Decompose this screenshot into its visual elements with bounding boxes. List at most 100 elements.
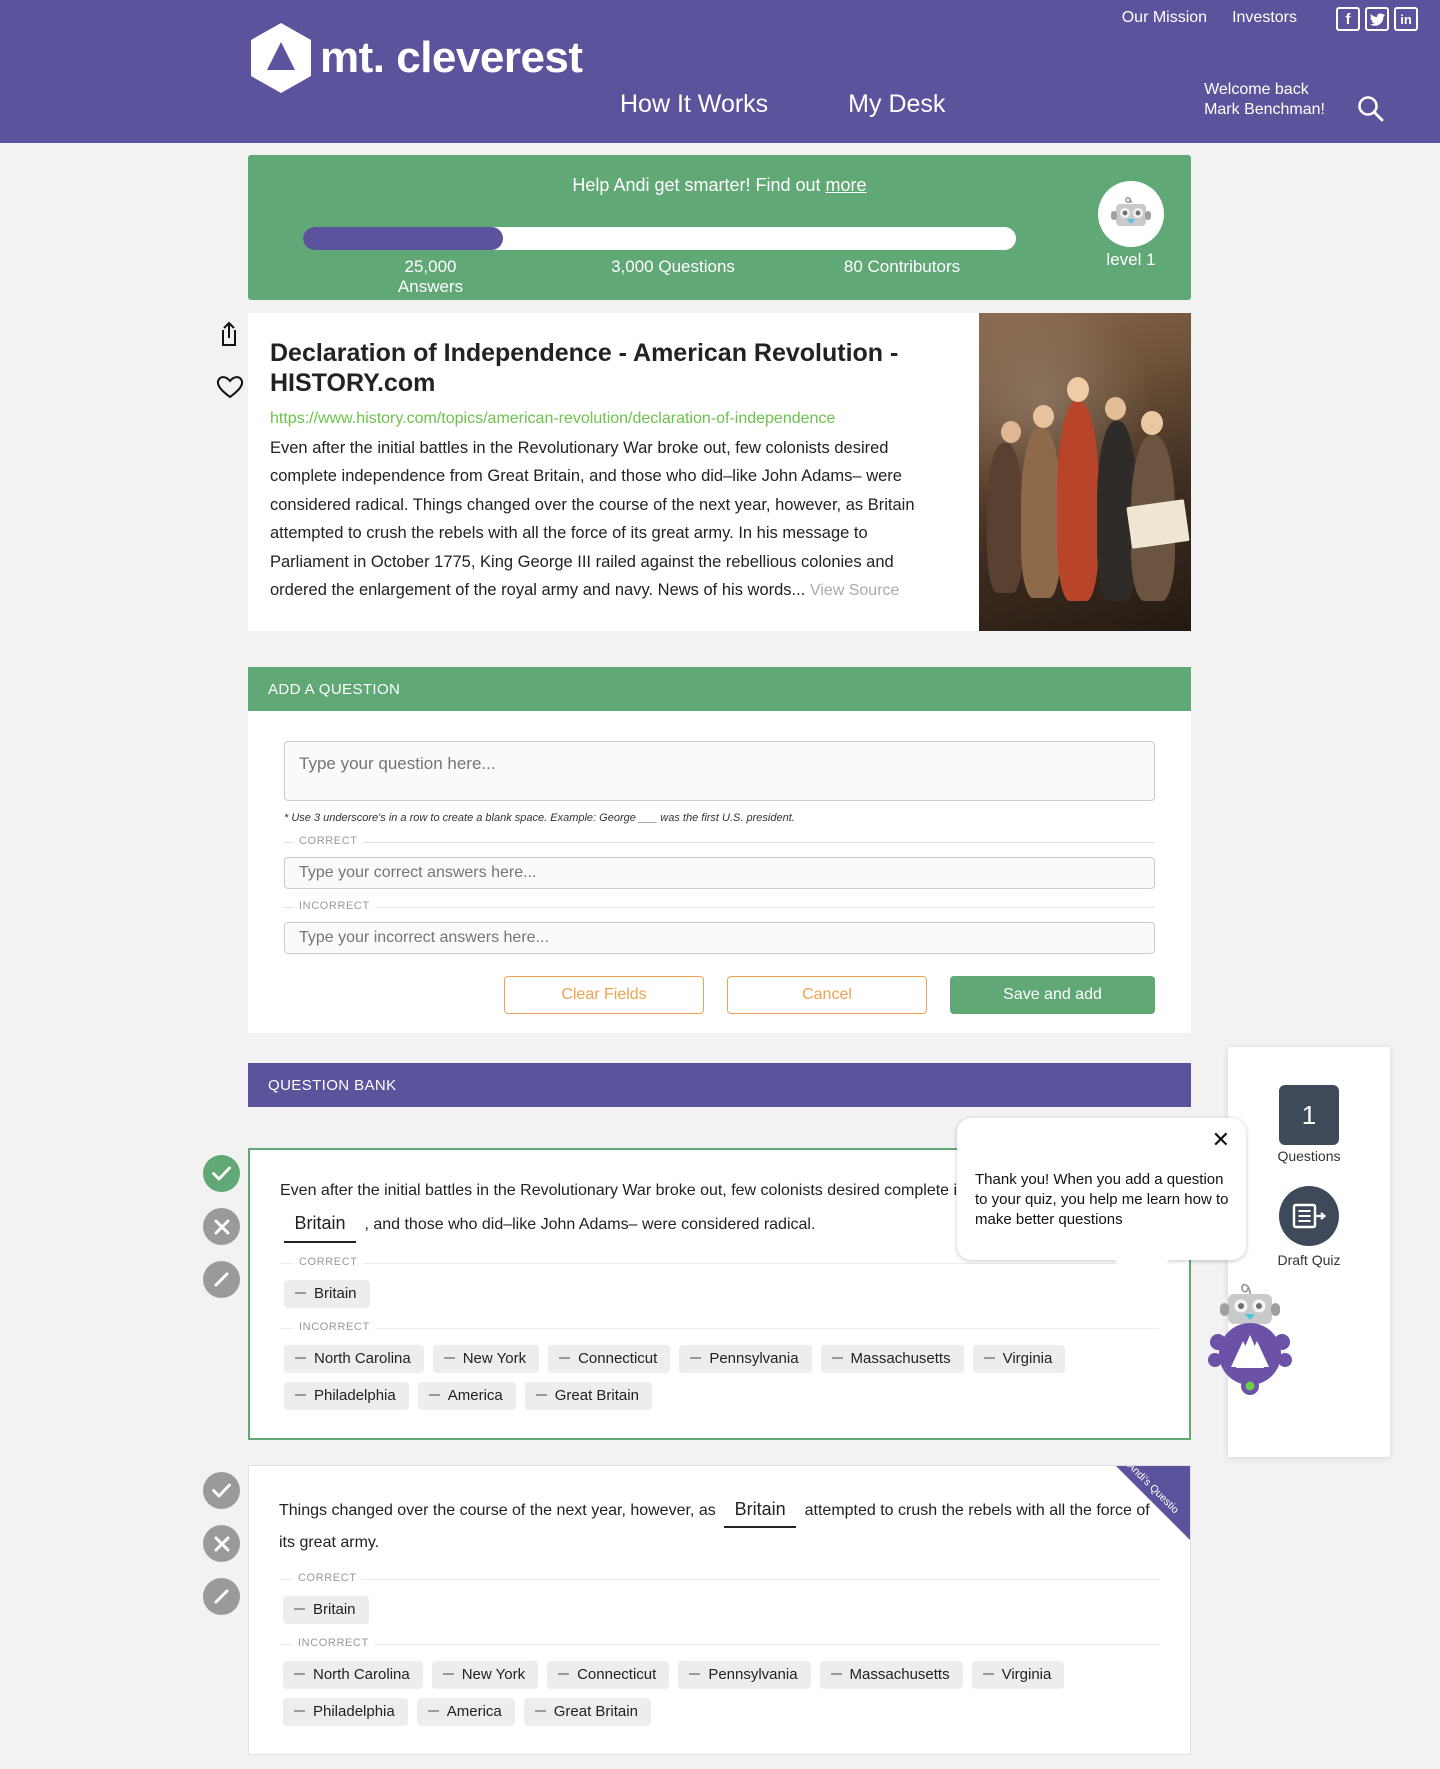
correct-legend: CORRECT — [293, 1571, 362, 1584]
question-text-before: Things changed over the course of the ne… — [279, 1502, 716, 1519]
remove-icon[interactable] — [295, 1394, 306, 1397]
remove-icon[interactable] — [442, 1673, 454, 1676]
andi-robot-mascot-icon[interactable] — [1198, 1268, 1303, 1398]
approve-icon[interactable] — [203, 1155, 240, 1192]
robot-avatar-icon — [1098, 181, 1164, 247]
edit-icon[interactable] — [203, 1261, 240, 1298]
correct-chip-list: Britain — [279, 1595, 1160, 1624]
answer-chip[interactable]: Pennsylvania — [678, 1660, 811, 1689]
progress-bar-track — [303, 227, 1016, 250]
primary-nav: How It Works My Desk — [620, 90, 945, 119]
remove-icon[interactable] — [294, 1710, 305, 1713]
article-url[interactable]: https://www.history.com/topics/american-… — [270, 410, 949, 428]
remove-icon[interactable] — [295, 1357, 306, 1360]
remove-icon[interactable] — [558, 1673, 570, 1676]
reject-icon[interactable] — [203, 1525, 240, 1562]
answer-chip[interactable]: Massachusetts — [819, 1660, 963, 1689]
twitter-icon[interactable] — [1365, 7, 1389, 31]
answer-chip-label: America — [446, 1702, 502, 1720]
remove-icon[interactable] — [830, 1673, 842, 1676]
stat-answers-value: 25,000 — [404, 257, 457, 276]
answer-chip-label: New York — [462, 1349, 527, 1367]
answer-chip[interactable]: Pennsylvania — [679, 1344, 812, 1373]
level-badge[interactable]: level 1 — [1098, 181, 1164, 270]
question-card[interactable]: Andi's Questio Things changed over the c… — [248, 1465, 1191, 1755]
remove-icon[interactable] — [983, 1357, 995, 1360]
nav-how-it-works[interactable]: How It Works — [620, 90, 768, 119]
remove-icon[interactable] — [534, 1710, 546, 1713]
view-source-link[interactable]: View Source — [810, 582, 900, 599]
answer-chip[interactable]: Massachusetts — [820, 1344, 964, 1373]
remove-icon[interactable] — [690, 1357, 702, 1360]
question-text-after: , and those who did–like John Adams– wer… — [364, 1216, 816, 1234]
answer-chip-label: Pennsylvania — [709, 1349, 799, 1367]
level-label: level 1 — [1106, 250, 1156, 269]
answer-chip[interactable]: North Carolina — [284, 1344, 424, 1373]
remove-icon[interactable] — [559, 1357, 571, 1360]
remove-icon[interactable] — [443, 1357, 455, 1360]
remove-icon[interactable] — [428, 1394, 440, 1397]
cancel-button[interactable]: Cancel — [727, 976, 927, 1014]
remove-icon[interactable] — [427, 1710, 439, 1713]
nav-my-desk[interactable]: My Desk — [848, 90, 945, 119]
answer-chip-label: North Carolina — [314, 1349, 411, 1367]
answer-chip[interactable]: America — [416, 1697, 515, 1726]
answer-chip[interactable]: Great Britain — [523, 1697, 651, 1726]
incorrect-answers-input[interactable] — [284, 922, 1155, 954]
stat-questions-value: 3,000 Questions — [611, 257, 735, 276]
brand-logo[interactable]: mt. cleverest — [248, 22, 583, 94]
answer-chip[interactable]: Philadelphia — [283, 1697, 408, 1726]
remove-icon[interactable] — [294, 1673, 305, 1676]
progress-more-link[interactable]: more — [826, 175, 867, 195]
remove-icon[interactable] — [689, 1673, 701, 1676]
question-count-badge[interactable]: 1 — [1279, 1085, 1339, 1145]
answer-chip[interactable]: Virginia — [971, 1660, 1065, 1689]
answer-chip[interactable]: New York — [432, 1344, 540, 1373]
facebook-icon[interactable]: f — [1336, 7, 1360, 31]
answer-chip[interactable]: Connecticut — [548, 1344, 671, 1373]
correct-answers-input[interactable] — [284, 857, 1155, 889]
answer-chip[interactable]: Britain — [283, 1595, 369, 1624]
question-1-actions — [203, 1155, 247, 1314]
answer-chip[interactable]: New York — [431, 1660, 539, 1689]
answer-chip-label: America — [447, 1386, 503, 1404]
nav-our-mission[interactable]: Our Mission — [1122, 9, 1207, 27]
remove-icon[interactable] — [295, 1292, 306, 1295]
answer-chip[interactable]: Great Britain — [524, 1381, 652, 1410]
answer-chip-label: Great Britain — [554, 1386, 639, 1404]
answer-chip[interactable]: America — [417, 1381, 516, 1410]
remove-icon[interactable] — [831, 1357, 843, 1360]
remove-icon[interactable] — [535, 1394, 547, 1397]
question-input[interactable] — [284, 741, 1155, 801]
progress-bar-fill — [303, 227, 503, 250]
answer-chip[interactable]: North Carolina — [283, 1660, 423, 1689]
nav-investors[interactable]: Investors — [1232, 9, 1297, 27]
answer-chip-label: Virginia — [1002, 1349, 1053, 1367]
draft-quiz-button[interactable] — [1279, 1186, 1339, 1247]
answer-chip[interactable]: Britain — [284, 1279, 370, 1308]
reject-icon[interactable] — [203, 1208, 240, 1245]
article-snippet-text: Even after the initial battles in the Re… — [270, 439, 915, 599]
answer-chip[interactable]: Philadelphia — [284, 1381, 409, 1410]
remove-icon[interactable] — [294, 1608, 305, 1611]
approve-icon[interactable] — [203, 1472, 240, 1509]
incorrect-legend: INCORRECT — [294, 900, 375, 912]
question-2-actions — [203, 1472, 247, 1631]
save-and-add-button[interactable]: Save and add — [950, 976, 1155, 1014]
search-icon[interactable] — [1355, 94, 1385, 129]
clear-fields-button[interactable]: Clear Fields — [504, 976, 704, 1014]
andi-tooltip-text: Thank you! When you add a question to yo… — [975, 1171, 1229, 1228]
answer-chip-label: Massachusetts — [849, 1665, 950, 1683]
remove-icon[interactable] — [982, 1673, 994, 1676]
answer-chip[interactable]: Virginia — [972, 1344, 1066, 1373]
answer-chip[interactable]: Connecticut — [547, 1660, 670, 1689]
linkedin-icon[interactable]: in — [1394, 7, 1418, 31]
question-count-label: Questions — [1277, 1148, 1341, 1164]
progress-stats: 25,000 Answers 3,000 Questions 80 Contri… — [303, 257, 1016, 296]
incorrect-legend: INCORRECT — [293, 1636, 374, 1649]
answer-chip-label: Britain — [314, 1284, 357, 1302]
edit-icon[interactable] — [203, 1578, 240, 1615]
stat-questions: 3,000 Questions — [558, 257, 788, 296]
contribution-progress-banner: Help Andi get smarter! Find out more 25,… — [248, 155, 1191, 300]
close-icon[interactable]: ✕ — [1212, 1129, 1230, 1151]
